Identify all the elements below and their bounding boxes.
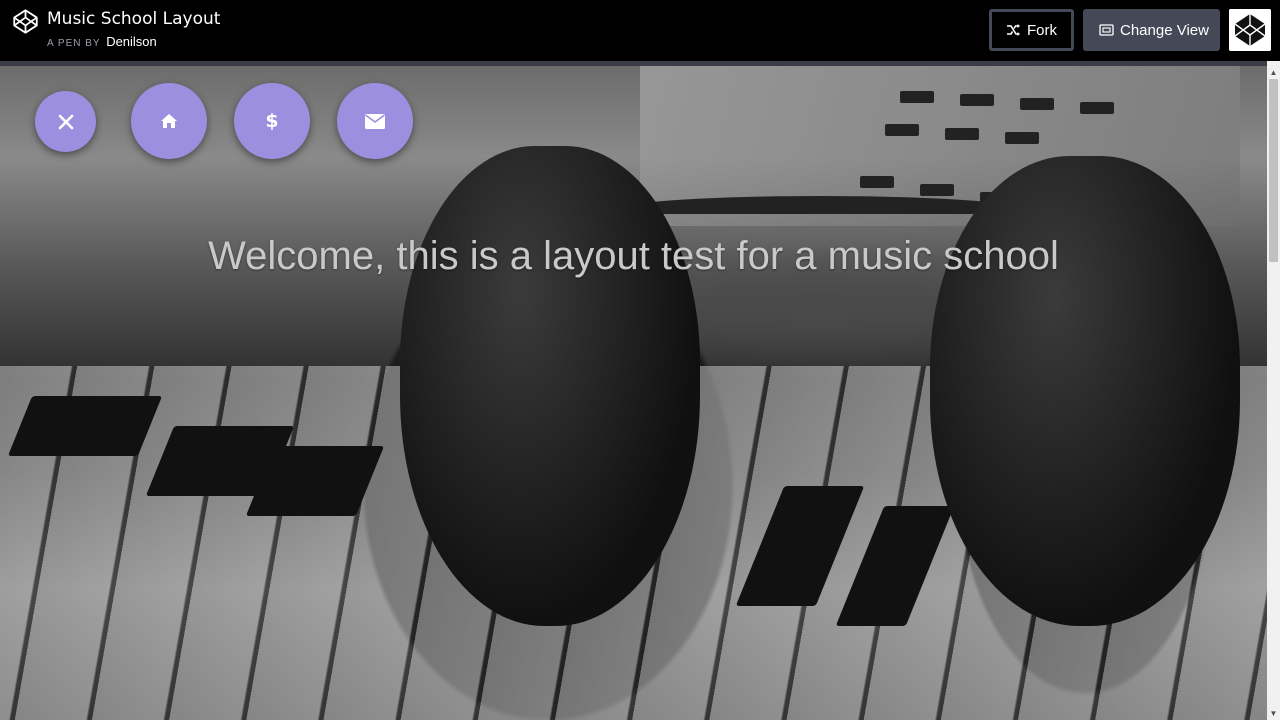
- author-link[interactable]: Denilson: [106, 34, 157, 49]
- background-headphone-cup: [400, 146, 700, 626]
- fork-button[interactable]: Fork: [989, 9, 1074, 51]
- codepen-header: Music School Layout A PEN BY Denilson Fo…: [0, 0, 1280, 61]
- change-view-icon: [1099, 24, 1114, 36]
- background-headphone-cup: [930, 156, 1240, 626]
- change-view-label: Change View: [1120, 21, 1209, 39]
- background-black-key: [7, 396, 163, 456]
- background-pad: [1020, 98, 1054, 110]
- background-pad: [900, 91, 934, 103]
- pen-info: Music School Layout A PEN BY Denilson: [47, 7, 220, 49]
- close-button[interactable]: [35, 91, 96, 152]
- avatar-graphic: [1229, 9, 1271, 51]
- scrollbar-thumb[interactable]: [1269, 79, 1278, 262]
- background-pad: [1080, 102, 1114, 114]
- home-button[interactable]: [131, 83, 207, 159]
- change-view-button[interactable]: Change View: [1083, 9, 1220, 51]
- background-pad: [960, 94, 994, 106]
- welcome-heading: Welcome, this is a layout test for a mus…: [208, 234, 1059, 278]
- fork-label: Fork: [1027, 21, 1057, 39]
- vertical-scrollbar[interactable]: ▲ ▼: [1267, 61, 1280, 720]
- background-pad: [860, 176, 894, 188]
- scroll-down-arrow-icon[interactable]: ▼: [1267, 707, 1280, 720]
- background-pad: [1005, 132, 1039, 144]
- close-icon: [58, 114, 73, 129]
- byline-prefix: A PEN BY: [47, 38, 101, 49]
- contact-button[interactable]: [337, 83, 413, 159]
- pen-byline: A PEN BY Denilson: [47, 34, 220, 49]
- envelope-icon: [365, 113, 385, 129]
- background-pad: [885, 124, 919, 136]
- codepen-logo-icon[interactable]: [12, 8, 39, 35]
- pricing-button[interactable]: $: [234, 83, 310, 159]
- hero-section: Welcome, this is a layout test for a mus…: [0, 66, 1267, 720]
- background-pad: [945, 128, 979, 140]
- codepen-avatar-icon[interactable]: [1229, 9, 1271, 51]
- pen-title: Music School Layout: [47, 9, 221, 29]
- home-icon: [161, 114, 177, 128]
- scroll-up-arrow-icon[interactable]: ▲: [1267, 66, 1280, 79]
- dollar-icon: $: [265, 109, 279, 132]
- background-pad: [920, 184, 954, 196]
- fork-icon: [1007, 23, 1020, 36]
